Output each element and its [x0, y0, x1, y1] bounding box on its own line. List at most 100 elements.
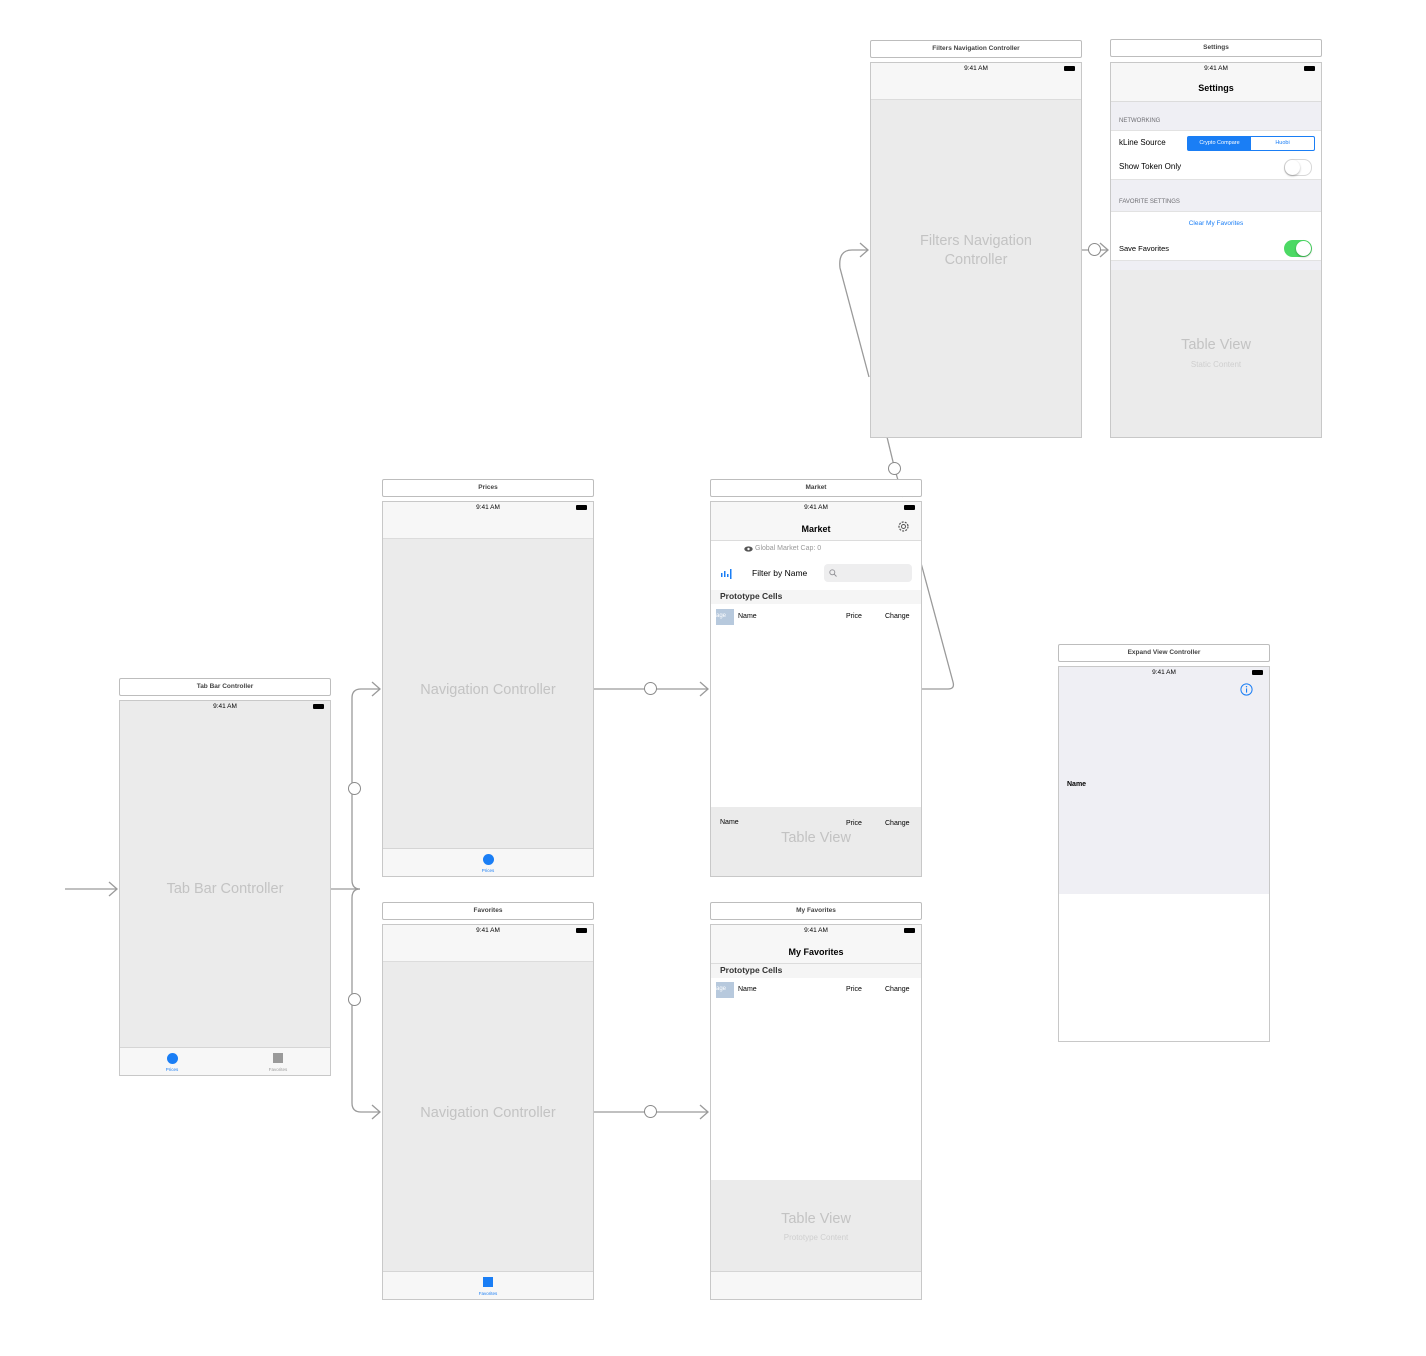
save-favorites-switch[interactable]	[1284, 240, 1312, 257]
segue-relationship-icon[interactable]	[348, 782, 361, 795]
cell-image-label: age	[716, 613, 727, 619]
search-field[interactable]	[824, 564, 912, 582]
scene-title-prices[interactable]: Prices	[382, 479, 594, 497]
scene-center-label: Filters Navigation Controller	[919, 233, 1032, 268]
clear-favorites-row[interactable]: Clear My Favorites	[1111, 211, 1321, 237]
cell-image-placeholder: age	[716, 609, 734, 625]
scene-title-settings[interactable]: Settings	[1110, 39, 1322, 57]
status-time: 9:41 AM	[804, 504, 828, 511]
prototype-cells-label: Prototype Cells	[720, 965, 783, 975]
show-token-switch[interactable]	[1284, 159, 1312, 176]
cell-price: Price	[846, 986, 862, 993]
scene-center-label: Navigation Controller	[420, 682, 556, 698]
search-icon	[829, 569, 837, 577]
scene-title-my-favorites[interactable]: My Favorites	[710, 902, 922, 920]
expand-name-label: Name	[1067, 781, 1087, 788]
battery-icon	[1304, 66, 1315, 71]
kline-segmented-control[interactable]: Crypto Compare Huobi	[1187, 136, 1315, 151]
status-time: 9:41 AM	[213, 703, 237, 710]
battery-icon	[904, 928, 915, 933]
segue-modal-icon[interactable]	[888, 462, 901, 475]
cell-change: Change	[885, 986, 910, 993]
prices-tab-icon[interactable]	[167, 1053, 178, 1064]
expand-header-area	[1059, 667, 1269, 894]
prices-tab-icon[interactable]	[483, 854, 494, 865]
prices-navigation-scene[interactable]: 9:41 AM Navigation Controller Prices	[382, 501, 594, 877]
prototype-cells-header: Prototype Cells	[711, 964, 921, 978]
favorites-tab-icon[interactable]	[273, 1053, 283, 1063]
my-favorites-scene[interactable]: My Favorites 9:41 AM Prototype Cells age…	[710, 924, 922, 1300]
tab-bar-placeholder	[711, 1271, 921, 1299]
segue-relationship-icon[interactable]	[348, 993, 361, 1006]
switch-knob	[1296, 241, 1311, 256]
table-view-label: Table View	[1181, 337, 1251, 353]
save-favorites-row: Save Favorites	[1111, 236, 1321, 261]
tab-prices-label[interactable]: Prices	[152, 1067, 192, 1072]
tab-bar: Prices	[383, 848, 593, 876]
scene-center-label: Navigation Controller	[420, 1105, 556, 1121]
segue-root-icon[interactable]	[644, 1105, 657, 1118]
favorites-navigation-scene[interactable]: 9:41 AM Navigation Controller Favorites	[382, 924, 594, 1300]
nav-title: My Favorites	[788, 947, 844, 957]
tab-bar-controller-scene[interactable]: 9:41 AM Tab Bar Controller Prices Favori…	[119, 700, 331, 1076]
battery-icon	[1064, 66, 1075, 71]
tab-favorites-label[interactable]: Favorites	[468, 1291, 508, 1296]
segment-crypto-compare[interactable]: Crypto Compare	[1188, 137, 1251, 150]
scene-title-favorites[interactable]: Favorites	[382, 902, 594, 920]
segue-root-icon[interactable]	[1088, 243, 1101, 256]
section-favorite-settings: FAVORITE SETTINGS	[1119, 199, 1180, 205]
status-time: 9:41 AM	[1204, 65, 1228, 72]
footer-area: Name Price Change Table View	[711, 808, 921, 844]
kline-source-row: kLine Source Crypto Compare Huobi	[1111, 130, 1321, 156]
favorites-tab-icon[interactable]	[483, 1277, 493, 1287]
market-scene[interactable]: Market 9:41 AM Global Market Cap: 0 Filt…	[710, 501, 922, 877]
battery-icon	[576, 505, 587, 510]
settings-table: NETWORKING kLine Source Crypto Compare H…	[1111, 102, 1321, 270]
battery-icon	[313, 704, 324, 709]
switch-knob	[1285, 160, 1300, 175]
table-view-label: Table View	[781, 830, 851, 844]
clear-favorites-button[interactable]: Clear My Favorites	[1111, 220, 1321, 227]
table-view-sublabel: Static Content	[1190, 360, 1242, 369]
scene-title-market[interactable]: Market	[710, 479, 922, 497]
tab-prices-label[interactable]: Prices	[468, 868, 508, 873]
battery-icon	[904, 505, 915, 510]
status-time: 9:41 AM	[804, 927, 828, 934]
status-time: 9:41 AM	[476, 927, 500, 934]
show-token-row: Show Token Only	[1111, 155, 1321, 180]
chart-icon[interactable]	[721, 568, 734, 579]
battery-icon	[1252, 670, 1263, 675]
scene-title-tab-bar[interactable]: Tab Bar Controller	[119, 678, 331, 696]
eye-icon	[744, 546, 753, 552]
filter-by-name-label: Filter by Name	[752, 568, 808, 578]
gear-icon[interactable]	[897, 520, 910, 533]
footer-price: Price	[846, 820, 862, 827]
tab-bar: Favorites	[383, 1271, 593, 1299]
table-view-sublabel: Prototype Content	[783, 1233, 849, 1242]
cell-price: Price	[846, 613, 862, 620]
section-networking: NETWORKING	[1119, 118, 1161, 124]
segue-root-icon[interactable]	[644, 682, 657, 695]
kline-source-label: kLine Source	[1119, 138, 1166, 147]
favorites-table-area: Prototype Cells age Name Price Change	[711, 964, 921, 1180]
info-icon[interactable]	[1240, 683, 1253, 696]
status-time: 9:41 AM	[476, 504, 500, 511]
status-time: 9:41 AM	[1152, 669, 1176, 676]
global-market-cap-label: Global Market Cap: 0	[755, 545, 822, 552]
cell-change: Change	[885, 613, 910, 620]
segment-huobi[interactable]: Huobi	[1251, 137, 1314, 150]
filters-navigation-scene[interactable]: 9:41 AM Filters Navigation Controller	[870, 62, 1082, 438]
scene-title-expand[interactable]: Expand View Controller	[1058, 644, 1270, 662]
prototype-cells-label: Prototype Cells	[720, 591, 783, 601]
footer-name: Name	[720, 819, 739, 826]
battery-icon	[576, 928, 587, 933]
tab-favorites-label[interactable]: Favorites	[258, 1067, 298, 1072]
footer-change: Change	[885, 820, 910, 827]
cell-name: Name	[738, 986, 757, 993]
expand-view-scene[interactable]: 9:41 AM Name	[1058, 666, 1270, 1042]
settings-scene[interactable]: Settings 9:41 AM NETWORKING kLine Source…	[1110, 62, 1322, 438]
scene-title-filters-nav[interactable]: Filters Navigation Controller	[870, 40, 1082, 58]
cell-image-label: age	[716, 986, 727, 992]
scene-center-label: Tab Bar Controller	[166, 881, 284, 897]
cell-name: Name	[738, 613, 757, 620]
